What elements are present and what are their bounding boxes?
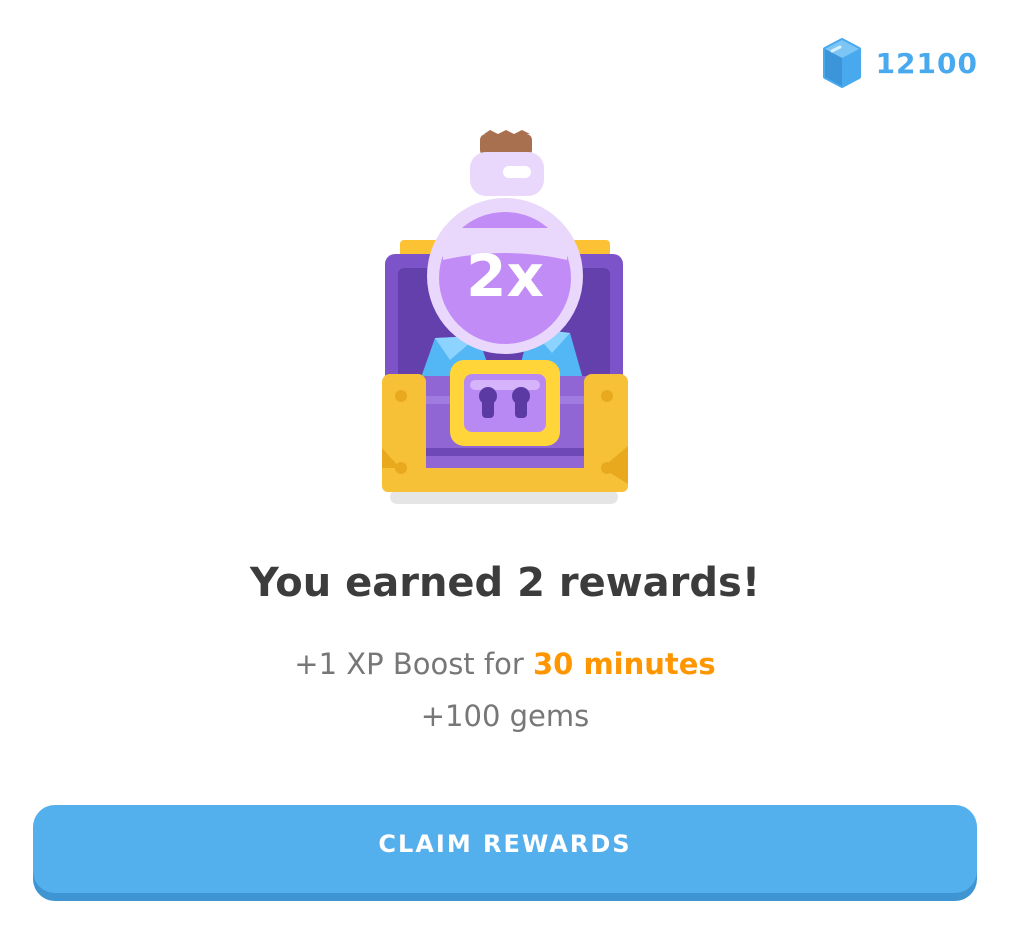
claim-rewards-button[interactable]: CLAIM REWARDS: [33, 805, 977, 893]
gem-icon: [822, 38, 862, 88]
gem-counter: 12100: [822, 38, 978, 88]
xp-boost-potion-icon: 2x: [427, 130, 583, 354]
treasure-chest-illustration: 2x: [370, 128, 640, 513]
potion-label: 2x: [466, 242, 544, 310]
xp-boost-reward: +1 XP Boost for 30 minutes: [0, 644, 1010, 684]
treasure-chest-icon: 2x: [382, 130, 628, 504]
xp-boost-text: +1 XP Boost for: [294, 647, 533, 681]
rewards-title: You earned 2 rewards!: [249, 560, 761, 606]
gems-reward: +100 gems: [420, 699, 590, 733]
gem-count: 12100: [875, 46, 978, 80]
xp-boost-duration: 30 minutes: [533, 647, 716, 681]
